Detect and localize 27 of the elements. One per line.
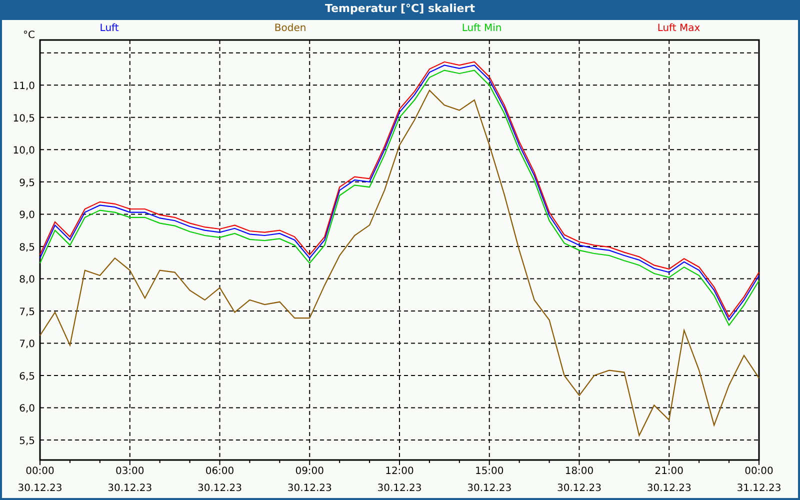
y-tick-label: 9,0 [19,210,35,222]
y-tick-label: 8,5 [19,242,35,254]
legend-label: Boden [274,22,306,36]
x-tick-label: 21:00 30.12.23 [646,466,692,494]
x-tick-label: 18:00 30.12.23 [556,466,602,494]
y-tick-label: 7,0 [19,339,35,350]
y-tick-label: 10,0 [12,146,35,157]
x-tick-label: 15:00 30.12.23 [467,466,512,494]
x-tick-label: 03:00 30.12.23 [108,466,152,494]
y-tick-label: 9,5 [19,178,35,189]
legend-label: Luft Min [462,22,502,36]
legend-label: Luft Max [657,22,700,36]
x-tick-label: 09:00 30.12.23 [287,466,332,494]
y-tick-label: 6,5 [19,371,35,382]
y-axis-unit: °C [23,30,35,41]
x-tick-label: 00:00 30.12.23 [18,466,62,494]
x-tick-label: 12:00 30.12.23 [377,466,422,494]
y-tick-label: 8,0 [19,274,35,286]
y-tick-label: 11,0 [12,81,35,92]
y-tick-label: 6,0 [19,404,35,415]
x-tick-label: 06:00 30.12.23 [197,466,242,494]
x-tick-label: 00:00 31.12.23 [736,466,782,494]
y-tick-label: 5,5 [19,436,35,447]
y-tick-label: 7,5 [19,306,35,318]
legend-label: Luft [100,22,119,36]
window-title: Temperatur [°C] skaliert [2,0,798,20]
y-tick-label: 10,5 [12,113,35,124]
